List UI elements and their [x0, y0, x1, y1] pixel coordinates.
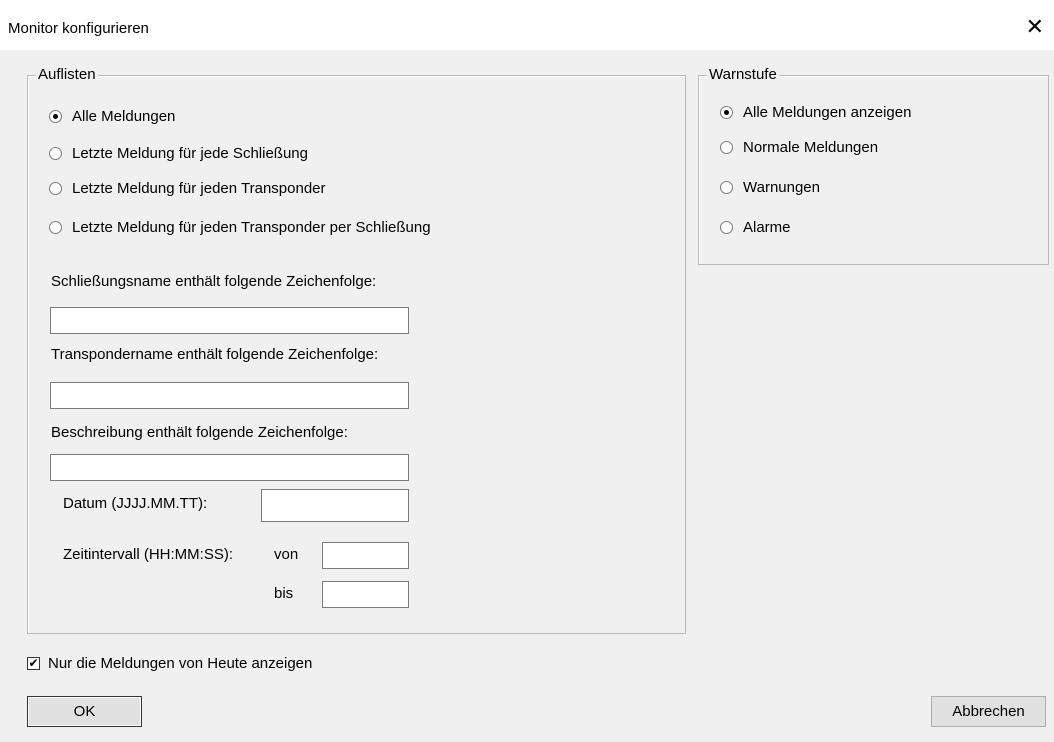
- from-label: von: [274, 546, 299, 563]
- radio-label: Alle Meldungen: [72, 108, 176, 125]
- date-input[interactable]: [261, 489, 409, 522]
- radio-label: Normale Meldungen: [743, 139, 879, 156]
- radio-icon: [49, 110, 62, 123]
- radio-label: Warnungen: [743, 179, 820, 196]
- description-label: Beschreibung enthält folgende Zeichenfol…: [51, 424, 348, 441]
- radio-last-per-transponder[interactable]: Letzte Meldung für jeden Transponder: [49, 180, 326, 197]
- radio-last-per-lock[interactable]: Letzte Meldung für jede Schließung: [49, 145, 308, 162]
- time-interval-label: Zeitintervall (HH:MM:SS):: [63, 546, 234, 563]
- lock-name-input[interactable]: [50, 307, 409, 334]
- radio-label: Letzte Meldung für jeden Transponder per…: [72, 219, 431, 236]
- ok-button[interactable]: OK: [27, 696, 142, 727]
- radio-all-messages[interactable]: Alle Meldungen: [49, 108, 175, 125]
- radio-label: Letzte Meldung für jeden Transponder: [72, 180, 326, 197]
- transponder-name-input[interactable]: [50, 382, 409, 409]
- radio-normal-messages[interactable]: Normale Meldungen: [720, 139, 878, 156]
- radio-label: Letzte Meldung für jede Schließung: [72, 145, 308, 162]
- today-only-checkbox[interactable]: ✔ Nur die Meldungen von Heute anzeigen: [27, 655, 312, 672]
- close-icon[interactable]: ✕: [1026, 16, 1044, 38]
- warning-level-legend: Warnstufe: [707, 66, 779, 83]
- radio-icon: [720, 106, 733, 119]
- cancel-button[interactable]: Abbrechen: [931, 696, 1046, 727]
- radio-icon: [49, 147, 62, 160]
- radio-icon: [49, 221, 62, 234]
- description-input[interactable]: [50, 454, 409, 481]
- radio-icon: [49, 182, 62, 195]
- time-to-input[interactable]: [322, 581, 409, 608]
- today-only-label: Nur die Meldungen von Heute anzeigen: [48, 655, 313, 672]
- radio-icon: [720, 141, 733, 154]
- radio-warnings[interactable]: Warnungen: [720, 179, 820, 196]
- radio-label: Alle Meldungen anzeigen: [743, 104, 912, 121]
- lock-name-label: Schließungsname enthält folgende Zeichen…: [51, 273, 377, 290]
- time-from-input[interactable]: [322, 542, 409, 569]
- window-title: Monitor konfigurieren: [8, 20, 149, 37]
- radio-icon: [720, 181, 733, 194]
- radio-label: Alarme: [743, 219, 791, 236]
- title-bar: Monitor konfigurieren ✕: [0, 10, 1054, 50]
- to-label: bis: [274, 585, 294, 602]
- radio-icon: [720, 221, 733, 234]
- radio-alarms[interactable]: Alarme: [720, 219, 791, 236]
- checkmark-icon: ✔: [27, 656, 40, 670]
- date-label: Datum (JJJJ.MM.TT):: [63, 495, 208, 512]
- background-window-strip: [0, 0, 1054, 10]
- list-group-legend: Auflisten: [36, 66, 98, 83]
- radio-show-all-messages[interactable]: Alle Meldungen anzeigen: [720, 104, 911, 121]
- transponder-name-label: Transpondername enthält folgende Zeichen…: [51, 346, 379, 363]
- radio-last-per-transponder-per-lock[interactable]: Letzte Meldung für jeden Transponder per…: [49, 219, 431, 236]
